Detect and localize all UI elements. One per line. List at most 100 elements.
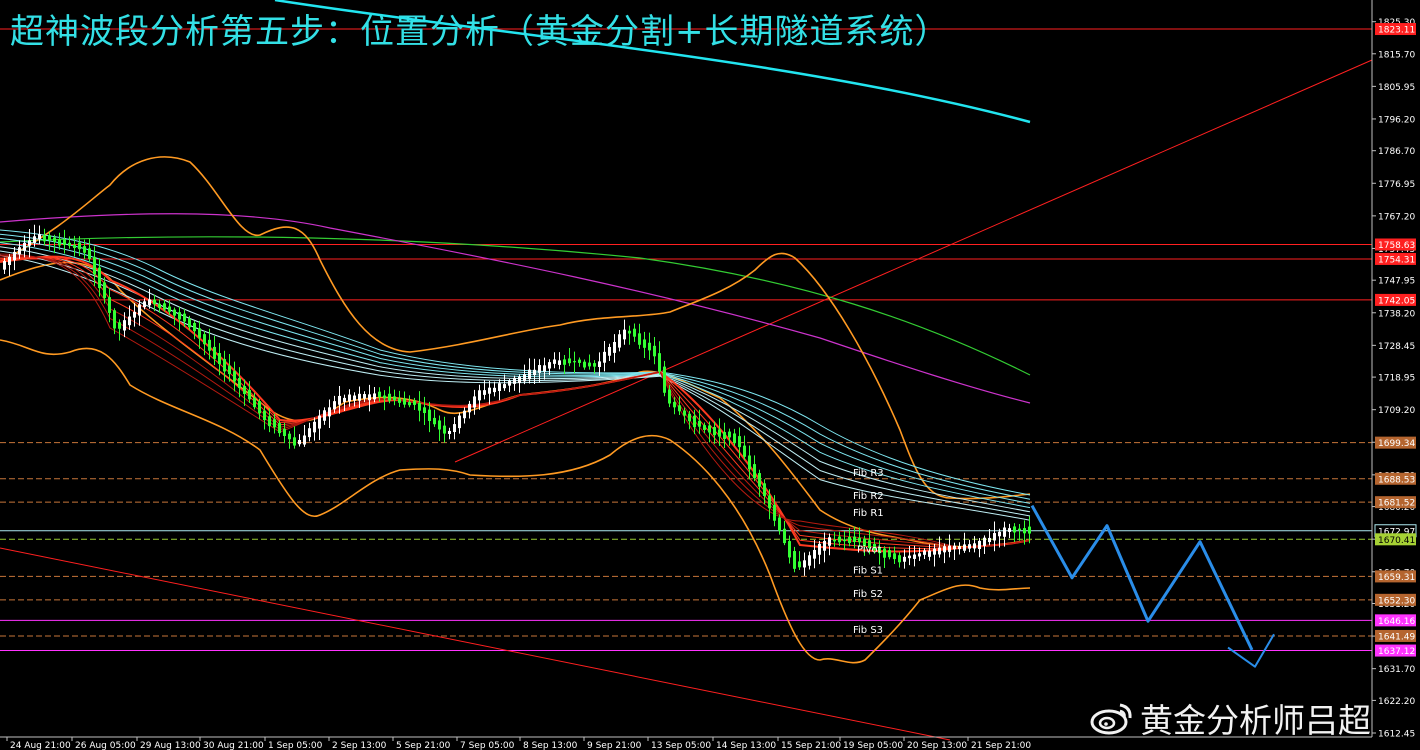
candle-body [238, 377, 241, 389]
candle-body [248, 389, 251, 400]
x-tick-label: 9 Sep 21:00 [587, 741, 642, 750]
candle-body [713, 427, 716, 436]
candle-body [218, 353, 221, 365]
price-tag-label: 1823.11 [1378, 26, 1415, 36]
candle-body [353, 395, 356, 401]
y-tick-label: 1728.45 [1378, 342, 1415, 352]
watermark: 黄金分析师吕超 [1090, 694, 1371, 742]
candle-body [158, 303, 161, 308]
candle-body [748, 455, 751, 470]
candle-body [893, 553, 896, 560]
candle-body [548, 362, 551, 369]
candle-body [758, 473, 761, 487]
candle-body [343, 397, 346, 402]
candle-body [233, 371, 236, 382]
candle-body [523, 374, 526, 382]
candle-body [73, 244, 76, 249]
fib-label: Fib S3 [853, 625, 883, 636]
y-tick-label: 1767.20 [1378, 212, 1415, 222]
price-tag-label: 1681.52 [1378, 499, 1415, 509]
price-tag-label: 1688.53 [1378, 475, 1415, 485]
candle-body [53, 237, 56, 242]
ribbon-cyan [0, 233, 1031, 500]
candle-body [623, 329, 626, 340]
chart-title: 超神波段分析第五步：位置分析（黄金分割+长期隧道系统） [10, 12, 950, 52]
x-tick-label: 8 Sep 13:00 [523, 741, 578, 750]
candle-body [228, 365, 231, 375]
price-tag-label: 1637.12 [1378, 647, 1415, 657]
candle-body [803, 560, 806, 568]
candle-body [18, 247, 21, 255]
trend-lines [0, 59, 1373, 741]
candle-body [768, 495, 771, 509]
candle-body [638, 333, 641, 345]
candle-body [143, 301, 146, 308]
y-tick-label: 1805.95 [1378, 83, 1415, 93]
y-tick-label: 1631.70 [1378, 665, 1415, 675]
price-tag-label: 1754.31 [1378, 255, 1415, 265]
candle-body [468, 403, 471, 413]
candle-body [433, 417, 436, 425]
candle-body [298, 440, 301, 445]
candle-body [903, 556, 906, 562]
candle-body [283, 428, 286, 437]
rising-trend-line [454, 59, 1373, 463]
candle-body [408, 401, 411, 406]
candle-body [193, 323, 196, 332]
fib-label: Fib R2 [853, 491, 884, 502]
candle-body [258, 401, 261, 414]
candle-body [428, 409, 431, 422]
candle-body [538, 365, 541, 373]
candle-body [658, 353, 661, 372]
fib-label: Fib S2 [853, 589, 883, 600]
candle-body [168, 306, 171, 312]
candle-body [928, 550, 931, 557]
candle-body [213, 346, 216, 359]
candle-body [943, 546, 946, 553]
candle-body [288, 433, 291, 440]
candle-body [123, 320, 126, 331]
candle-body [798, 561, 801, 568]
candle-body [988, 537, 991, 543]
candle-body [618, 334, 621, 348]
candle-body [673, 401, 676, 408]
candle-body [163, 303, 166, 310]
candle-body [473, 396, 476, 408]
candle-body [453, 424, 456, 433]
price-tag-label: 1646.16 [1378, 617, 1415, 627]
candle-body [373, 393, 376, 400]
candle-body [13, 251, 16, 261]
candle-body [533, 369, 536, 376]
y-tick-label: 1622.20 [1378, 697, 1415, 707]
candle-body [848, 536, 851, 543]
candle-body [793, 551, 796, 569]
candle-body [58, 239, 61, 246]
y-tick-label: 1796.20 [1378, 115, 1415, 125]
candle-body [133, 311, 136, 318]
fib-label: Fib R1 [853, 508, 884, 519]
candle-body [88, 248, 91, 259]
bollinger-upper [0, 156, 1031, 500]
candle-body [543, 365, 546, 372]
candle-body [358, 393, 361, 401]
x-tick-label: 15 Sep 21:00 [781, 741, 841, 750]
candle-body [813, 549, 816, 559]
candle-body [628, 330, 631, 334]
candle-body [558, 360, 561, 365]
ribbon-cyan [0, 229, 1031, 496]
candle-body [178, 312, 181, 320]
y-tick-label: 1709.20 [1378, 406, 1415, 416]
candle-body [83, 246, 86, 253]
price-tag-label: 1652.30 [1378, 596, 1415, 606]
candle-body [273, 419, 276, 428]
candle-body [783, 528, 786, 544]
time-axis: 24 Aug 21:00 26 Aug 05:00 29 Aug 13:00 30 A… [6, 737, 1031, 750]
x-tick-label: 20 Sep 13:00 [907, 741, 967, 750]
lower-trend-line [0, 547, 951, 741]
x-tick-label: 13 Sep 05:00 [651, 741, 711, 750]
candle-body [483, 390, 486, 395]
candle-body [998, 531, 1001, 537]
candle-body [843, 539, 846, 542]
candle-body [718, 429, 721, 437]
candle-body [728, 431, 731, 438]
